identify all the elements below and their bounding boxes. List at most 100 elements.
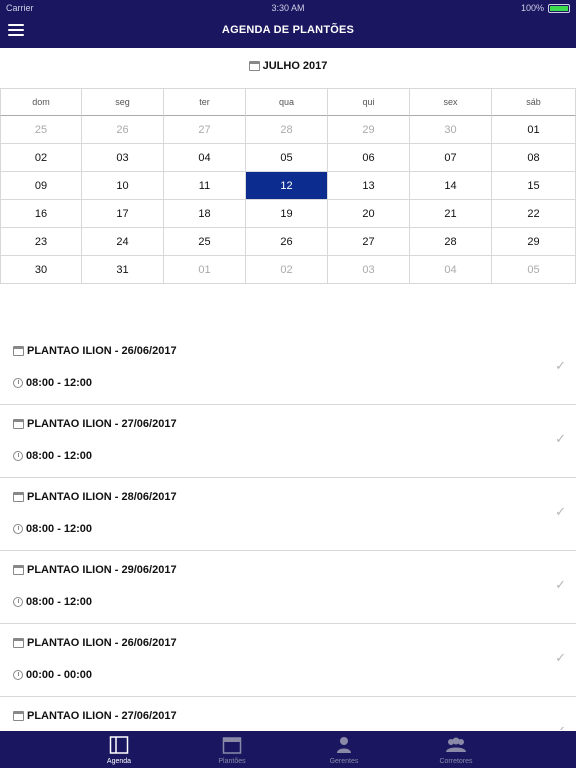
weekday-label: seg — [82, 88, 164, 116]
battery-percent: 100% — [520, 3, 544, 13]
calendar-week: 30 31 01 02 03 04 05 — [0, 256, 576, 284]
calendar-day-outside[interactable]: 27 — [164, 116, 246, 144]
calendar-day[interactable]: 27 — [328, 228, 410, 256]
calendar-day[interactable]: 14 — [410, 172, 492, 200]
month-header: JULHO 2017 — [0, 56, 576, 76]
schedule-item-title: PLANTAO ILION - 26/06/2017 — [13, 637, 177, 649]
calendar-day[interactable]: 31 — [82, 256, 164, 284]
calendar-day[interactable]: 09 — [0, 172, 82, 200]
calendar-day[interactable]: 04 — [164, 144, 246, 172]
calendar-day-selected[interactable]: 12 — [246, 172, 328, 200]
calendar-day-outside[interactable]: 26 — [82, 116, 164, 144]
calendar-day[interactable]: 17 — [82, 200, 164, 228]
weekday-label: dom — [0, 88, 82, 116]
calendar-day[interactable]: 21 — [410, 200, 492, 228]
calendar-grid: dom seg ter qua qui sex sáb 25 26 27 28 … — [0, 88, 576, 284]
schedule-item[interactable]: PLANTAO ILION - 27/06/2017 08:00 - 12:00… — [0, 405, 576, 478]
tab-bar: Agenda Plantões Gerentes Corretores — [0, 731, 576, 768]
calendar-week: 02 03 04 05 06 07 08 — [0, 144, 576, 172]
checkmark-icon: ✓ — [555, 504, 566, 519]
calendar-day[interactable]: 10 — [82, 172, 164, 200]
calendar-day-outside[interactable]: 25 — [0, 116, 82, 144]
calendar-day-outside[interactable]: 05 — [492, 256, 576, 284]
group-icon — [446, 737, 466, 752]
schedule-item[interactable]: PLANTAO ILION - 28/06/2017 08:00 - 12:00… — [0, 478, 576, 551]
calendar-day[interactable]: 08 — [492, 144, 576, 172]
calendar-day-outside[interactable]: 28 — [246, 116, 328, 144]
schedule-item-title: PLANTAO ILION - 29/06/2017 — [13, 564, 177, 576]
calendar-day[interactable]: 26 — [246, 228, 328, 256]
schedule-title: PLANTAO ILION - 26/06/2017 — [27, 637, 177, 649]
schedule-item-time: 08:00 - 12:00 — [13, 450, 92, 462]
calendar-day-outside[interactable]: 02 — [246, 256, 328, 284]
schedule-title: PLANTAO ILION - 29/06/2017 — [27, 564, 177, 576]
calendar-day[interactable]: 01 — [492, 116, 576, 144]
tab-label: Agenda — [106, 758, 132, 765]
schedule-time: 08:00 - 12:00 — [26, 450, 93, 462]
schedule-item-time: 08:00 - 12:00 — [13, 523, 92, 535]
calendar-day-outside[interactable]: 01 — [164, 256, 246, 284]
person-icon — [337, 737, 351, 753]
schedule-item-title: PLANTAO ILION - 26/06/2017 — [13, 345, 177, 357]
calendar-day[interactable]: 25 — [164, 228, 246, 256]
schedule-title: PLANTAO ILION - 27/06/2017 — [27, 710, 177, 722]
tab-label: Corretores — [439, 758, 473, 765]
nav-bar: Carrier 3:30 AM 100% AGENDA DE PLANTÕES — [0, 0, 576, 48]
tab-plantoes[interactable]: Plantões — [187, 731, 277, 768]
schedule-item-time: 08:00 - 12:00 — [13, 377, 92, 389]
weekday-label: qui — [328, 88, 410, 116]
schedule-time: 00:00 - 00:00 — [26, 669, 93, 681]
calendar-week: 23 24 25 26 27 28 29 — [0, 228, 576, 256]
schedule-item[interactable]: PLANTAO ILION - 26/06/2017 08:00 - 12:00… — [0, 332, 576, 405]
schedule-list: PLANTAO ILION - 26/06/2017 08:00 - 12:00… — [0, 332, 576, 730]
calendar-day[interactable]: 22 — [492, 200, 576, 228]
calendar-icon — [222, 737, 242, 754]
calendar-day[interactable]: 29 — [492, 228, 576, 256]
calendar-day[interactable]: 11 — [164, 172, 246, 200]
calendar-day-outside[interactable]: 30 — [410, 116, 492, 144]
schedule-time: 08:00 - 12:00 — [26, 377, 93, 389]
calendar-day[interactable]: 16 — [0, 200, 82, 228]
checkmark-icon: ✓ — [555, 650, 566, 665]
calendar-day[interactable]: 06 — [328, 144, 410, 172]
calendar-day[interactable]: 07 — [410, 144, 492, 172]
schedule-item-time: 00:00 - 00:00 — [13, 669, 92, 681]
calendar-day[interactable]: 18 — [164, 200, 246, 228]
calendar-day[interactable]: 28 — [410, 228, 492, 256]
calendar-icon — [13, 638, 24, 648]
calendar-day-outside[interactable]: 29 — [328, 116, 410, 144]
calendar-day[interactable]: 02 — [0, 144, 82, 172]
battery-status: 100% — [521, 3, 570, 13]
calendar-day[interactable]: 30 — [0, 256, 82, 284]
clock-icon — [13, 378, 23, 388]
weekday-label: ter — [164, 88, 246, 116]
schedule-time: 08:00 - 12:00 — [26, 523, 93, 535]
schedule-item[interactable]: PLANTAO ILION - 26/06/2017 00:00 - 00:00… — [0, 624, 576, 697]
calendar-day[interactable]: 19 — [246, 200, 328, 228]
calendar-week: 16 17 18 19 20 21 22 — [0, 200, 576, 228]
tab-gerentes[interactable]: Gerentes — [299, 731, 389, 768]
calendar-day[interactable]: 03 — [82, 144, 164, 172]
schedule-item[interactable]: PLANTAO ILION - 29/06/2017 08:00 - 12:00… — [0, 551, 576, 624]
calendar-day[interactable]: 20 — [328, 200, 410, 228]
calendar-day[interactable]: 13 — [328, 172, 410, 200]
schedule-item[interactable]: PLANTAO ILION - 27/06/2017 ✓ — [0, 697, 576, 730]
tab-label: Gerentes — [329, 758, 359, 765]
clock-icon — [13, 524, 23, 534]
tab-agenda[interactable]: Agenda — [74, 731, 164, 768]
schedule-item-title: PLANTAO ILION - 28/06/2017 — [13, 491, 177, 503]
calendar-day[interactable]: 05 — [246, 144, 328, 172]
calendar-icon — [13, 346, 24, 356]
calendar-day[interactable]: 24 — [82, 228, 164, 256]
schedule-title: PLANTAO ILION - 26/06/2017 — [27, 345, 177, 357]
status-bar: Carrier 3:30 AM 100% — [0, 0, 576, 16]
calendar-day-outside[interactable]: 04 — [410, 256, 492, 284]
calendar-week: 25 26 27 28 29 30 01 — [0, 116, 576, 144]
tab-label: Plantões — [218, 758, 246, 765]
tab-corretores[interactable]: Corretores — [411, 731, 501, 768]
calendar-icon — [248, 61, 260, 71]
calendar-day-outside[interactable]: 03 — [328, 256, 410, 284]
calendar-day[interactable]: 23 — [0, 228, 82, 256]
schedule-item-title: PLANTAO ILION - 27/06/2017 — [13, 418, 177, 430]
calendar-day[interactable]: 15 — [492, 172, 576, 200]
